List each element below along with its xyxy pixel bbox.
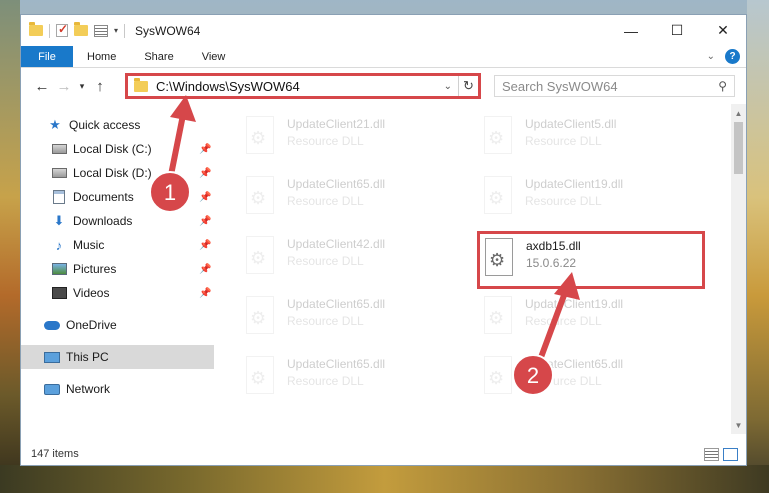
annotation-badge-1: 1 <box>149 171 191 213</box>
step-1-label: 1 <box>164 180 176 205</box>
annotation-badge-2: 2 <box>512 354 554 396</box>
annotation-arrow-2 <box>537 272 580 363</box>
tutorial-annotations: 1 2 <box>149 95 580 396</box>
step-2-label: 2 <box>527 363 539 388</box>
annotation-arrow-1 <box>167 95 196 183</box>
